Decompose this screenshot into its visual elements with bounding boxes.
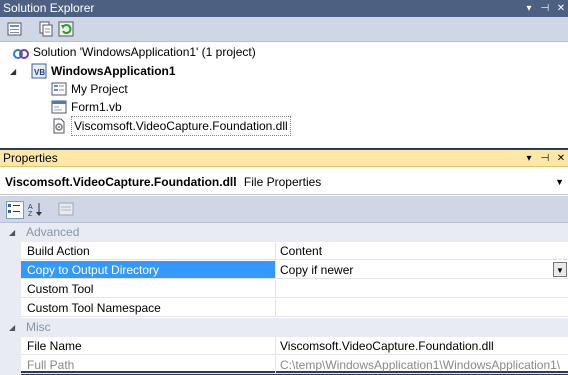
svg-text:A: A — [28, 204, 33, 211]
collapse-project-icon[interactable]: ◢ — [10, 68, 18, 76]
object-type: File Properties — [243, 175, 322, 189]
property-value[interactable] — [276, 280, 568, 298]
property-name: File Name — [21, 337, 276, 355]
solution-explorer-toolbar — [0, 17, 568, 42]
object-name: Viscomsoft.VideoCapture.Foundation.dll — [5, 175, 237, 189]
property-value[interactable] — [276, 299, 568, 317]
property-value[interactable]: Copy if newer ▼ — [276, 261, 568, 279]
refresh-icon[interactable] — [58, 21, 74, 37]
category-misc[interactable]: ◢ Misc — [0, 318, 568, 337]
properties-toolbar: AZ — [0, 196, 568, 223]
property-name: Full Path — [21, 356, 276, 374]
close-icon[interactable]: ✕ — [556, 153, 566, 165]
category-label: Misc — [26, 320, 51, 334]
property-value[interactable]: Content — [276, 242, 568, 260]
category-label: Advanced — [26, 225, 80, 239]
tree-item-dll-reference[interactable]: Viscomsoft.VideoCapture.Foundation.dll — [51, 116, 291, 136]
property-row-build-action[interactable]: Build Action Content — [0, 242, 568, 261]
solution-explorer-title: Solution Explorer — [3, 1, 95, 15]
collapse-category-icon[interactable]: ◢ — [9, 318, 15, 337]
chevron-down-icon[interactable]: ▼ — [555, 169, 564, 195]
show-all-files-icon[interactable] — [38, 21, 54, 37]
categorized-icon[interactable] — [6, 201, 24, 219]
property-pages-icon[interactable] — [58, 201, 74, 217]
auto-hide-pin-icon[interactable]: ⊣ — [540, 3, 550, 15]
object-selector[interactable]: Viscomsoft.VideoCapture.Foundation.dll F… — [0, 169, 568, 195]
reference-dll-icon — [51, 118, 67, 134]
property-row-file-name[interactable]: File Name Viscomsoft.VideoCapture.Founda… — [0, 337, 568, 356]
svg-text:VB: VB — [34, 68, 45, 77]
tree-project-node[interactable]: VB WindowsApplication1 — [31, 62, 176, 80]
property-value[interactable]: C:\temp\WindowsApplication1\WindowsAppli… — [276, 356, 568, 374]
solution-label: Solution 'WindowsApplication1' (1 projec… — [33, 45, 256, 59]
solution-icon — [13, 44, 29, 60]
window-position-icon[interactable]: ▾ — [524, 153, 534, 165]
category-advanced[interactable]: ◢ Advanced — [0, 223, 568, 242]
properties-icon — [51, 81, 67, 97]
property-row-copy-to-output[interactable]: Copy to Output Directory Copy if newer ▼ — [0, 261, 568, 280]
form-icon — [51, 99, 67, 115]
tree-solution-node[interactable]: Solution 'WindowsApplication1' (1 projec… — [13, 43, 256, 61]
tree-item-form1[interactable]: Form1.vb — [51, 98, 122, 116]
vb-project-icon: VB — [31, 63, 47, 79]
property-name: Copy to Output Directory — [21, 261, 276, 279]
property-name: Custom Tool — [21, 280, 276, 298]
tree-item-my-project[interactable]: My Project — [51, 80, 128, 98]
property-name: Build Action — [21, 242, 276, 260]
property-name: Custom Tool Namespace — [21, 299, 276, 317]
close-icon[interactable]: ✕ — [556, 3, 566, 15]
window-position-icon[interactable]: ▾ — [524, 3, 534, 15]
solution-explorer-panel: Solution Explorer ▾ ⊣ ✕ Solution 'Window… — [0, 0, 568, 148]
properties-titlebar[interactable]: Properties ▾ ⊣ ✕ — [0, 150, 568, 167]
project-label: WindowsApplication1 — [51, 64, 176, 78]
dll-reference-label: Viscomsoft.VideoCapture.Foundation.dll — [71, 116, 291, 136]
properties-toolbar-icon[interactable] — [7, 21, 23, 37]
svg-text:Z: Z — [28, 211, 33, 217]
form1-label: Form1.vb — [71, 100, 122, 114]
property-row-custom-tool-namespace[interactable]: Custom Tool Namespace — [0, 299, 568, 318]
property-value-text: Copy if newer — [280, 263, 354, 277]
my-project-label: My Project — [71, 82, 128, 96]
property-row-full-path[interactable]: Full Path C:\temp\WindowsApplication1\Wi… — [0, 356, 568, 375]
property-row-custom-tool[interactable]: Custom Tool — [0, 280, 568, 299]
collapse-category-icon[interactable]: ◢ — [9, 223, 15, 242]
alphabetical-sort-icon[interactable]: AZ — [28, 201, 44, 218]
properties-title: Properties — [3, 151, 58, 165]
chevron-down-icon[interactable]: ▼ — [553, 262, 567, 277]
solution-explorer-titlebar[interactable]: Solution Explorer ▾ ⊣ ✕ — [0, 0, 568, 17]
auto-hide-pin-icon[interactable]: ⊣ — [540, 153, 550, 165]
property-value[interactable]: Viscomsoft.VideoCapture.Foundation.dll — [276, 337, 568, 355]
